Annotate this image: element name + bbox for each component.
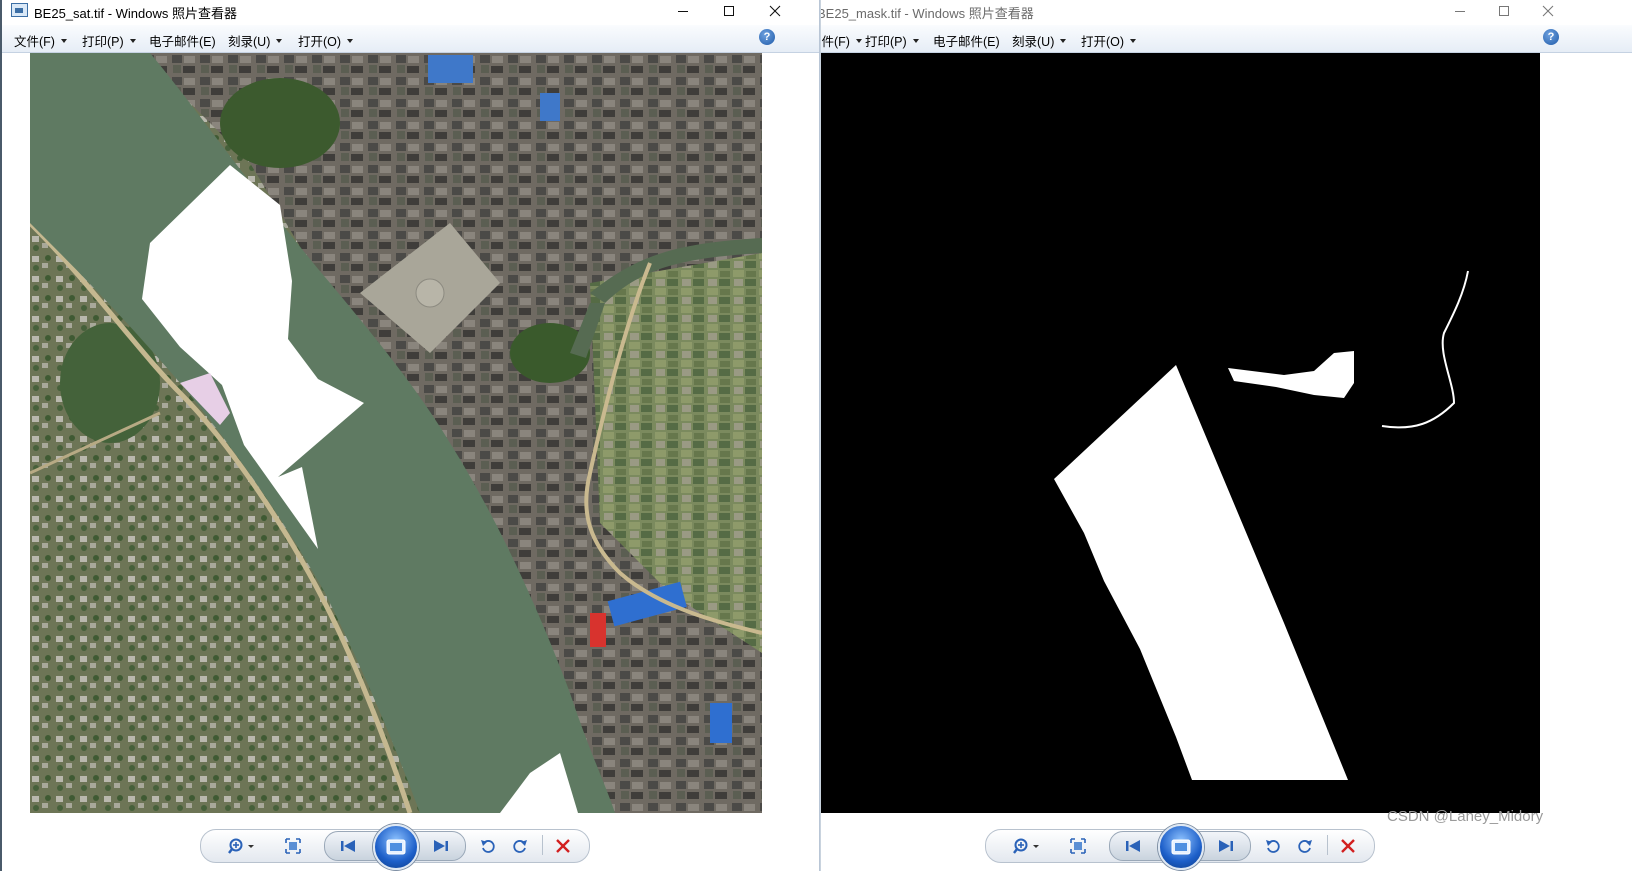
slideshow-button[interactable]	[373, 824, 419, 870]
next-icon	[434, 840, 448, 852]
zoom-icon	[228, 838, 254, 854]
satellite-image	[30, 53, 762, 813]
chevron-down-icon	[60, 38, 67, 43]
menu-burn[interactable]: 刻录(U)	[1012, 31, 1067, 50]
close-button[interactable]	[752, 0, 798, 22]
maximize-icon	[1499, 6, 1509, 16]
zoom-button[interactable]	[224, 837, 260, 855]
slideshow-icon	[1171, 839, 1191, 855]
menu-bar: 文件(F) 打印(P) 电子邮件(E) 刻录(U) 打开(O) ?	[821, 25, 1632, 53]
fit-window-icon	[1070, 838, 1086, 854]
photo-viewer-window-mask: BE25_mask.tif - Windows 照片查看器 文件(F) 打印(P…	[820, 0, 1632, 871]
rotate-clockwise-button[interactable]	[509, 837, 531, 855]
chevron-down-icon	[276, 38, 283, 43]
photo-viewer-window-sat: BE25_sat.tif - Windows 照片查看器 文件(F) 打印(P)…	[2, 0, 820, 871]
next-button[interactable]	[429, 837, 453, 855]
window-title: BE25_mask.tif - Windows 照片查看器	[820, 6, 1034, 21]
close-icon	[769, 5, 781, 17]
title-bar[interactable]: BE25_mask.tif - Windows 照片查看器	[821, 0, 1632, 24]
help-button[interactable]: ?	[1543, 29, 1559, 45]
slideshow-icon	[386, 839, 406, 855]
chevron-down-icon	[1130, 38, 1137, 43]
rotate-clockwise-button[interactable]	[1294, 837, 1316, 855]
menu-bar: 文件(F) 打印(P) 电子邮件(E) 刻录(U) 打开(O) ?	[2, 25, 819, 53]
mask-image	[821, 53, 1540, 813]
rotate-ccw-icon	[481, 840, 495, 853]
menu-open[interactable]: 打开(O)	[298, 31, 354, 50]
title-bar[interactable]: BE25_sat.tif - Windows 照片查看器	[2, 0, 819, 24]
csdn-watermark: CSDN @Laney_Midory	[1387, 808, 1544, 825]
toolbar-separator	[1327, 835, 1328, 855]
mask-image-render	[821, 53, 1540, 813]
previous-button[interactable]	[336, 837, 360, 855]
image-viewport[interactable]	[821, 53, 1632, 813]
chevron-down-icon	[855, 38, 862, 43]
minimize-icon	[1455, 11, 1465, 12]
minimize-icon	[678, 11, 688, 12]
maximize-icon	[724, 6, 734, 16]
menu-email[interactable]: 电子邮件(E)	[933, 31, 1000, 50]
previous-icon	[341, 840, 355, 852]
close-icon	[1542, 5, 1554, 17]
fit-window-button[interactable]	[282, 837, 304, 855]
window-title: BE25_sat.tif - Windows 照片查看器	[34, 6, 237, 21]
image-viewport[interactable]	[2, 53, 819, 813]
menu-print[interactable]: 打印(P)	[865, 31, 919, 50]
rotate-cw-icon	[513, 840, 527, 853]
menu-file[interactable]: 文件(F)	[14, 31, 67, 50]
fit-window-icon	[285, 838, 301, 854]
zoom-icon	[1013, 838, 1039, 854]
delete-button[interactable]	[552, 837, 574, 855]
zoom-button[interactable]	[1009, 837, 1045, 855]
rotate-ccw-icon	[1266, 840, 1280, 853]
menu-email[interactable]: 电子邮件(E)	[149, 31, 216, 50]
menu-file[interactable]: 文件(F)	[821, 31, 862, 50]
rotate-counterclockwise-button[interactable]	[1262, 837, 1284, 855]
slideshow-button[interactable]	[1158, 824, 1204, 870]
delete-icon	[1341, 839, 1355, 853]
fit-window-button[interactable]	[1067, 837, 1089, 855]
satellite-image-render	[30, 53, 762, 813]
toolbar-separator	[542, 835, 543, 855]
delete-button[interactable]	[1337, 837, 1359, 855]
next-button[interactable]	[1214, 837, 1238, 855]
rotate-counterclockwise-button[interactable]	[477, 837, 499, 855]
chevron-down-icon	[912, 38, 919, 43]
close-button[interactable]	[1525, 0, 1571, 22]
minimize-button[interactable]	[1437, 0, 1483, 22]
previous-icon	[1126, 840, 1140, 852]
photo-viewer-icon	[11, 3, 28, 17]
chevron-down-icon	[129, 38, 136, 43]
chevron-down-icon	[347, 38, 354, 43]
chevron-down-icon	[1060, 38, 1067, 43]
menu-print[interactable]: 打印(P)	[82, 31, 136, 50]
maximize-button[interactable]	[1481, 0, 1527, 22]
next-icon	[1219, 840, 1233, 852]
menu-burn[interactable]: 刻录(U)	[228, 31, 283, 50]
previous-button[interactable]	[1121, 837, 1145, 855]
minimize-button[interactable]	[660, 0, 706, 22]
maximize-button[interactable]	[706, 0, 752, 22]
rotate-cw-icon	[1298, 840, 1312, 853]
menu-open[interactable]: 打开(O)	[1081, 31, 1137, 50]
viewer-toolbar	[2, 813, 819, 871]
delete-icon	[556, 839, 570, 853]
help-button[interactable]: ?	[759, 29, 775, 45]
